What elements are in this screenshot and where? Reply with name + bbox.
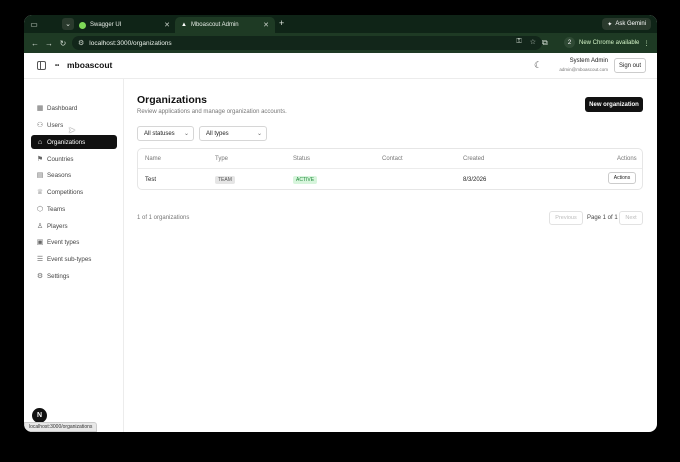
mouse-cursor-icon: ➤ bbox=[68, 125, 76, 135]
new-tab-icon[interactable]: + bbox=[279, 18, 284, 28]
trophy-icon: ♕ bbox=[36, 189, 44, 196]
results-count: 1 of 1 organizations bbox=[137, 215, 190, 221]
column-header-contact[interactable]: Contact bbox=[382, 156, 403, 162]
address-bar: ← → ↻ ⚙ localhost:3000/organizations ⚿ ☆… bbox=[24, 33, 657, 53]
gemini-spark-icon: ✦ bbox=[607, 21, 613, 28]
sidebar-item-label: Countries bbox=[47, 155, 74, 163]
tab-strip: ▭ ⌄ Swagger UI ✕ ▲ Mboascout Admin ✕ + ✦… bbox=[24, 15, 657, 33]
sidebar-item-label: Teams bbox=[47, 205, 66, 213]
calendar-icon: ▤ bbox=[36, 172, 44, 179]
sidebar-item-label: Users bbox=[47, 121, 64, 129]
theme-toggle-moon-icon[interactable]: ☾ bbox=[534, 60, 542, 71]
page-title: Organizations bbox=[137, 94, 208, 106]
app-header: •• mboascout ☾ System Admin admin@mboasc… bbox=[24, 53, 657, 79]
status-url: localhost:3000/organizations bbox=[24, 422, 98, 432]
column-header-status[interactable]: Status bbox=[293, 156, 310, 162]
flag-icon: ⚑ bbox=[36, 156, 44, 163]
sidebar-item-settings[interactable]: ⚙ Settings bbox=[31, 269, 117, 283]
user-name: System Admin bbox=[569, 58, 608, 64]
extensions-icon[interactable]: ⧉ bbox=[542, 38, 548, 48]
profile-avatar[interactable]: 2 bbox=[564, 37, 575, 48]
forward-icon[interactable]: → bbox=[42, 39, 56, 48]
tab-mboascout-admin[interactable]: ▲ Mboascout Admin ✕ bbox=[175, 17, 275, 33]
next-page-button[interactable]: Next bbox=[619, 211, 643, 225]
page-info: Page 1 of 1 bbox=[587, 215, 618, 221]
column-header-actions: Actions bbox=[617, 156, 637, 162]
tab-label: Mboascout Admin bbox=[190, 22, 239, 28]
site-info-icon[interactable]: ⚙ bbox=[78, 39, 84, 47]
sidebar-item-countries[interactable]: ⚑ Countries bbox=[31, 152, 117, 166]
more-menu-icon[interactable]: ⋮ bbox=[643, 40, 649, 47]
new-chrome-button[interactable]: New Chrome available ⋮ bbox=[579, 37, 649, 49]
new-organization-button[interactable]: New organization bbox=[585, 97, 643, 112]
sidebar-item-event-types[interactable]: ▣ Event types bbox=[31, 235, 117, 249]
close-tab-icon[interactable]: ✕ bbox=[164, 21, 170, 29]
url-field[interactable]: ⚙ localhost:3000/organizations ⚿ ☆ bbox=[72, 36, 542, 50]
sidebar-toggle-icon[interactable] bbox=[37, 61, 46, 70]
sidebar-item-label: Dashboard bbox=[47, 104, 78, 112]
sidebar-item-label: Event sub-types bbox=[47, 255, 92, 263]
user-email: admin@mboascout.com bbox=[559, 67, 608, 72]
logo-icon: •• bbox=[55, 63, 60, 69]
main-content: Organizations Review applications and ma… bbox=[124, 79, 657, 432]
sidebar-item-organizations[interactable]: ⌂ Organizations bbox=[31, 135, 117, 149]
sidebar-item-label: Organizations bbox=[47, 138, 86, 146]
sidebar-item-label: Settings bbox=[47, 272, 70, 280]
url-text: localhost:3000/organizations bbox=[89, 39, 172, 47]
brand-name: mboascout bbox=[67, 60, 113, 70]
previous-page-button[interactable]: Previous bbox=[549, 211, 583, 225]
tab-label: Swagger UI bbox=[90, 22, 122, 28]
browser-window: ▭ ⌄ Swagger UI ✕ ▲ Mboascout Admin ✕ + ✦… bbox=[24, 15, 657, 432]
column-header-created[interactable]: Created bbox=[463, 156, 484, 162]
tab-swagger[interactable]: Swagger UI ✕ bbox=[73, 17, 176, 33]
nextjs-dev-badge[interactable]: N bbox=[32, 408, 47, 423]
reload-icon[interactable]: ↻ bbox=[56, 39, 70, 48]
type-badge: TEAM bbox=[215, 176, 235, 184]
swagger-favicon-icon bbox=[79, 21, 86, 29]
status-filter-value: All statuses bbox=[144, 130, 175, 137]
grid-icon: ▦ bbox=[36, 105, 44, 112]
back-icon[interactable]: ← bbox=[28, 39, 42, 48]
column-header-type[interactable]: Type bbox=[215, 156, 228, 162]
tab-groups-icon[interactable]: ▭ bbox=[28, 18, 40, 30]
cell-created: 8/3/2026 bbox=[463, 177, 487, 183]
row-actions-button[interactable]: Actions bbox=[608, 172, 636, 184]
organizations-table: Name Type Status Contact Created Actions… bbox=[137, 148, 643, 190]
calendar-check-icon: ▣ bbox=[36, 239, 44, 246]
status-filter-select[interactable]: All statuses ⌄ bbox=[137, 126, 194, 141]
chevron-down-icon: ⌄ bbox=[183, 131, 189, 137]
sidebar-item-label: Competitions bbox=[47, 188, 84, 196]
cell-name: Test bbox=[145, 177, 157, 183]
sidebar-item-players[interactable]: ♙ Players bbox=[31, 219, 117, 233]
sidebar-item-seasons[interactable]: ▤ Seasons bbox=[31, 168, 117, 182]
sidebar-item-competitions[interactable]: ♕ Competitions bbox=[31, 185, 117, 199]
sidebar-item-teams[interactable]: ⬡ Teams bbox=[31, 202, 117, 216]
page-subtitle: Review applications and manage organizat… bbox=[137, 109, 287, 115]
shield-icon: ⬡ bbox=[36, 206, 44, 213]
type-filter-value: All types bbox=[206, 130, 229, 137]
triangle-favicon-icon: ▲ bbox=[181, 22, 187, 28]
type-filter-select[interactable]: All types ⌄ bbox=[199, 126, 267, 141]
ask-gemini-button[interactable]: ✦ Ask Gemini bbox=[602, 18, 651, 30]
column-header-name[interactable]: Name bbox=[145, 156, 161, 162]
gear-icon: ⚙ bbox=[36, 273, 44, 280]
users-icon: ⚇ bbox=[36, 122, 44, 129]
sidebar-item-event-sub-types[interactable]: ☰ Event sub-types bbox=[31, 252, 117, 266]
divider bbox=[138, 168, 642, 169]
ask-gemini-label: Ask Gemini bbox=[615, 21, 646, 27]
sidebar-item-label: Players bbox=[47, 222, 68, 230]
status-badge: ACTIVE bbox=[293, 176, 318, 184]
sidebar-item-dashboard[interactable]: ▦ Dashboard bbox=[31, 101, 117, 115]
close-tab-icon[interactable]: ✕ bbox=[263, 21, 269, 29]
new-chrome-label: New Chrome available bbox=[579, 40, 640, 46]
user-icon: ♙ bbox=[36, 223, 44, 230]
sidebar-item-label: Event types bbox=[47, 238, 80, 246]
bookmark-star-icon[interactable]: ☆ bbox=[530, 38, 536, 46]
sidebar-item-label: Seasons bbox=[47, 171, 72, 179]
chevron-down-icon: ⌄ bbox=[256, 131, 262, 137]
key-icon[interactable]: ⚿ bbox=[516, 38, 521, 46]
sign-out-button[interactable]: Sign out bbox=[614, 58, 646, 73]
list-icon: ☰ bbox=[36, 256, 44, 263]
home-icon: ⌂ bbox=[37, 138, 43, 146]
